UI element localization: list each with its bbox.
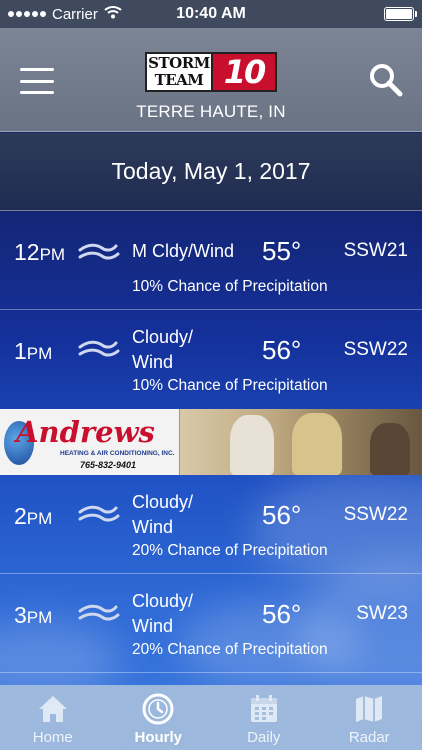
- hour-row[interactable]: 1PM Cloudy/ Wind 56° SSW22 10% Chance of…: [0, 311, 422, 409]
- hour-precip: 10% Chance of Precipitation: [132, 377, 328, 394]
- hour-condition: Cloudy/ Wind: [132, 591, 194, 636]
- hour-precip: 10% Chance of Precipitation: [132, 278, 328, 295]
- wind-icon: [78, 505, 120, 522]
- tab-hourly-label: Hourly: [134, 729, 182, 746]
- logo-line-2: TEAM: [154, 71, 204, 89]
- hour-wind: SW23: [356, 603, 408, 624]
- hour-wind: SSW21: [343, 240, 408, 261]
- ad-photo-figure: [292, 413, 342, 475]
- search-button[interactable]: [368, 62, 404, 98]
- hour-row[interactable]: 12PM M Cldy/Wind 55° SSW21 10% Chance of…: [0, 212, 422, 310]
- ad-photo-figure: [370, 423, 410, 475]
- logo-number: 10: [213, 52, 277, 92]
- wifi-icon: [104, 5, 122, 23]
- hour-time: 1PM: [14, 338, 53, 364]
- storm-team-logo: STORM TEAM 10: [145, 52, 277, 92]
- tab-daily[interactable]: Daily: [211, 685, 317, 750]
- hour-temp: 56°: [262, 500, 302, 530]
- hour-time: 2PM: [14, 503, 53, 529]
- ad-banner[interactable]: Andrews HEATING & AIR CONDITIONING, INC.…: [0, 409, 422, 475]
- tab-bar: Home Hourly Daily Radar: [0, 685, 422, 750]
- logo-line-1: STORM: [148, 54, 210, 72]
- hour-wind: SSW22: [343, 504, 408, 525]
- hour-time: 12PM: [14, 239, 66, 265]
- hour-condition: Cloudy/ Wind: [132, 492, 194, 537]
- ad-name: Andrews: [16, 415, 155, 449]
- wind-icon: [78, 243, 120, 260]
- ad-subtitle: HEATING & AIR CONDITIONING, INC.: [60, 450, 175, 457]
- hour-temp: 55°: [262, 236, 302, 266]
- tab-radar-label: Radar: [348, 729, 390, 746]
- hour-precip: 20% Chance of Precipitation: [132, 542, 328, 559]
- hour-row[interactable]: 3PM Cloudy/ Wind 56° SW23 20% Chance of …: [0, 575, 422, 673]
- hour-condition: M Cldy/Wind: [132, 241, 235, 261]
- hour-time: 3PM: [14, 602, 53, 628]
- ad-phone: 765-832-9401: [80, 460, 137, 470]
- clock-icon: [142, 693, 174, 725]
- logo-words: STORM TEAM: [145, 52, 213, 92]
- hour-row[interactable]: 2PM Cloudy/ Wind 56° SSW22 20% Chance of…: [0, 476, 422, 574]
- ad-photo-figure: [230, 415, 274, 475]
- hour-temp: 56°: [262, 335, 302, 365]
- tab-radar[interactable]: Radar: [317, 685, 422, 750]
- hour-condition: Cloudy/ Wind: [132, 327, 194, 372]
- carrier-label: Carrier: [52, 5, 98, 23]
- date-header: Today, May 1, 2017: [0, 133, 422, 211]
- hour-wind: SSW22: [343, 339, 408, 360]
- ad-photo: [180, 409, 422, 475]
- signal-dots-icon: [8, 11, 46, 17]
- tab-home-label: Home: [32, 729, 73, 746]
- hour-precip: 20% Chance of Precipitation: [132, 641, 328, 658]
- map-icon: [353, 693, 385, 725]
- hour-temp: 56°: [262, 599, 302, 629]
- search-icon: [370, 64, 403, 97]
- app-header: STORM TEAM 10 TERRE HAUTE, IN: [0, 28, 422, 132]
- wind-icon: [78, 604, 120, 621]
- menu-button[interactable]: [20, 68, 54, 94]
- wind-icon: [78, 340, 120, 357]
- home-icon: [37, 693, 69, 725]
- status-bar: Carrier 10:40 AM: [0, 0, 422, 28]
- ad-logo-panel: Andrews HEATING & AIR CONDITIONING, INC.…: [0, 409, 180, 475]
- tab-hourly[interactable]: Hourly: [106, 685, 212, 750]
- location-label: TERRE HAUTE, IN: [136, 102, 286, 121]
- tab-home[interactable]: Home: [0, 685, 106, 750]
- tab-daily-label: Daily: [247, 729, 281, 746]
- calendar-icon: [248, 693, 280, 725]
- battery-icon: [384, 7, 417, 21]
- date-label: Today, May 1, 2017: [111, 158, 311, 184]
- status-left: Carrier: [8, 5, 122, 23]
